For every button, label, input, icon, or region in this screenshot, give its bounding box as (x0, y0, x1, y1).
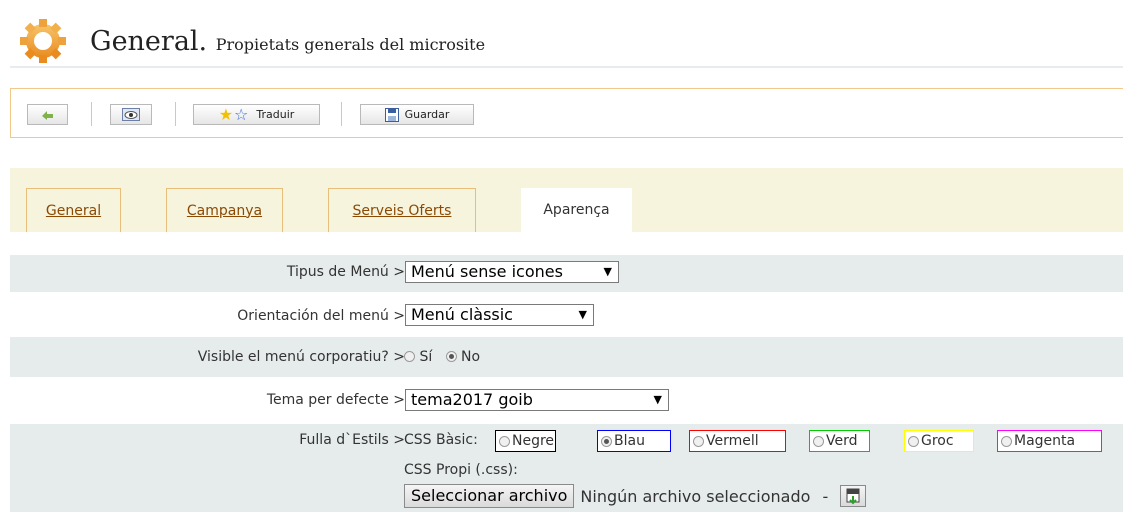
tab-label: Serveis Oferts (352, 202, 452, 219)
menu-orientation-value: Menú clàssic (411, 305, 513, 324)
toolbar-separator (341, 102, 342, 126)
chevron-down-icon: ▼ (653, 393, 662, 406)
file-status: Ningún archivo seleccionado (580, 486, 811, 506)
menu-type-value: Menú sense icones (411, 262, 563, 281)
radio-vermell[interactable] (693, 435, 704, 447)
page-subtitle: Propietats generals del microsite (215, 35, 486, 54)
tab-serveis-oferts[interactable]: Serveis Oferts (328, 188, 476, 232)
star-icon: ★ (218, 104, 234, 124)
tab-strip: General Campanya Serveis Oferts Aparença (10, 168, 1123, 232)
stylesheet-label: Fulla d`Estils > (299, 432, 405, 448)
translate-button[interactable]: ★ ☆ Traduir (193, 104, 320, 125)
save-button[interactable]: Guardar (360, 104, 474, 125)
menu-type-label: Tipus de Menú > (286, 264, 405, 280)
radio-blau[interactable] (601, 435, 612, 447)
menu-orientation-select[interactable]: Menú clàssic ▼ (405, 304, 594, 326)
back-button[interactable] (27, 104, 68, 125)
css-basic-label: CSS Bàsic: (404, 432, 478, 448)
menu-orientation-label: Orientación del menú > (237, 308, 405, 324)
star-outline-icon: ☆ (234, 104, 249, 124)
css-file-icon[interactable] (840, 485, 867, 507)
css-option-label: Magenta (1014, 433, 1076, 449)
css-option-magenta[interactable]: Magenta (997, 430, 1102, 452)
form-row-stylesheet: Fulla d`Estils > CSS Bàsic: Negre Blau V… (10, 424, 1123, 512)
css-option-negre[interactable]: Negre (495, 430, 556, 452)
css-option-label: Blau (614, 433, 645, 449)
radio-si-label: Sí (419, 349, 433, 365)
select-file-button[interactable]: Seleccionar archivo (404, 484, 575, 508)
radio-verd[interactable] (813, 435, 824, 447)
page-title-text: General. (90, 26, 208, 57)
tab-label: General (45, 202, 102, 219)
custom-css-label: CSS Propi (.css): (404, 462, 518, 478)
radio-no-label: No (461, 349, 481, 365)
css-option-blau[interactable]: Blau (597, 430, 671, 452)
toolbar-separator (175, 102, 176, 126)
radio-no[interactable] (445, 351, 457, 362)
back-arrow-icon (41, 110, 53, 120)
eye-icon (122, 108, 140, 121)
radio-groc[interactable] (908, 435, 919, 447)
form-row-menu-type: Tipus de Menú > Menú sense icones ▼ (10, 255, 1123, 292)
corporate-menu-label: Visible el menú corporatiu? > (197, 349, 405, 365)
default-theme-value: tema2017 goib (411, 390, 533, 409)
floppy-disk-icon (384, 107, 399, 122)
tab-label: Campanya (186, 202, 263, 219)
radio-si[interactable] (404, 351, 415, 362)
page-header: General. Propietats generals del microsi… (18, 18, 1123, 68)
radio-magenta[interactable] (1001, 435, 1012, 447)
gear-icon (20, 19, 66, 63)
tab-aparenca[interactable]: Aparença (521, 188, 632, 232)
form-row-menu-orientation: Orientación del menú > Menú clàssic ▼ (10, 292, 1123, 337)
css-option-groc[interactable]: Groc (904, 430, 974, 452)
save-label: Guardar (404, 108, 450, 121)
header-divider (10, 66, 1123, 68)
page-title: General. Propietats generals del microsi… (90, 26, 485, 57)
css-option-label: Vermell (706, 433, 759, 449)
preview-button[interactable] (110, 104, 152, 125)
default-theme-select[interactable]: tema2017 goib ▼ (405, 389, 669, 411)
css-option-vermell[interactable]: Vermell (689, 430, 786, 452)
default-theme-label: Tema per defecte > (266, 392, 405, 408)
translate-label: Traduir (256, 108, 295, 121)
menu-type-select[interactable]: Menú sense icones ▼ (405, 261, 619, 283)
tab-campanya[interactable]: Campanya (166, 188, 283, 232)
css-option-label: Negre (512, 433, 555, 449)
toolbar-separator (91, 102, 92, 126)
corporate-menu-options: Sí No (404, 349, 480, 365)
form-row-default-theme: Tema per defecte > tema2017 goib ▼ (10, 377, 1123, 424)
tab-general[interactable]: General (26, 188, 121, 232)
css-option-label: Verd (826, 433, 858, 449)
tab-label: Aparença (543, 202, 610, 218)
chevron-down-icon: ▼ (603, 265, 612, 278)
form-row-corporate-menu: Visible el menú corporatiu? > Sí No (10, 337, 1123, 377)
toolbar: ★ ☆ Traduir Guardar (10, 88, 1123, 138)
css-option-verd[interactable]: Verd (809, 430, 870, 452)
css-option-label: Groc (921, 433, 954, 449)
custom-css-file-row: Seleccionar archivo Ningún archivo selec… (404, 484, 867, 508)
separator-dash: - (822, 486, 829, 506)
radio-negre[interactable] (499, 435, 510, 447)
chevron-down-icon: ▼ (578, 308, 587, 321)
